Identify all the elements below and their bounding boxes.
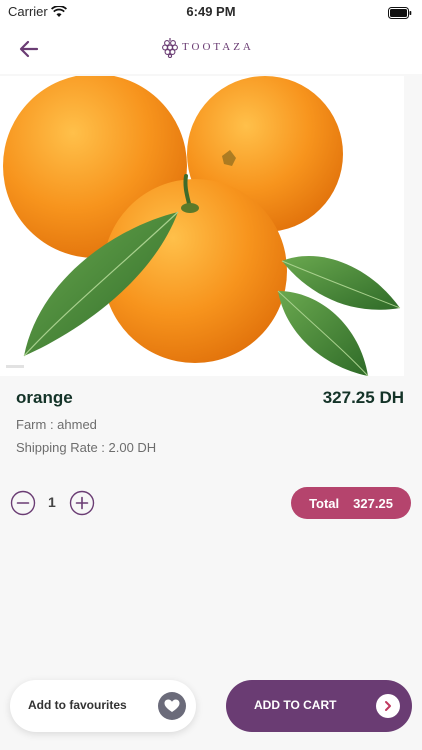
app-header: TOOTAZA [0,24,422,74]
chevron-right-icon [376,694,400,718]
total-value: 327.25 [353,495,393,511]
orange-photo [0,76,404,376]
app-logo: TOOTAZA [162,36,254,58]
image-page-indicator [6,365,24,368]
favourites-label: Add to favourites [28,698,127,712]
farm-label: Farm : ahmed [16,417,97,432]
shipping-rate: Shipping Rate : 2.00 DH [16,440,157,455]
minus-circle-icon [10,490,36,516]
total-label: Total [309,495,340,511]
decrease-quantity-button[interactable] [10,490,36,516]
heart-icon [158,692,186,720]
status-bar: Carrier 6:49 PM [0,0,422,24]
total-badge: Total 327.25 [291,487,411,519]
grape-logo-icon [162,38,178,58]
cart-label: ADD TO CART [254,698,337,712]
quantity-value: 1 [48,494,56,510]
logo-text: TOOTAZA [182,41,254,53]
plus-circle-icon [69,490,95,516]
clock: 6:49 PM [186,4,236,19]
battery-icon [388,6,412,24]
add-to-favourites-button[interactable]: Add to favourites [10,680,196,732]
arrow-left-icon [19,40,39,58]
product-price: 327.25 DH [322,388,404,407]
product-name: orange [16,388,73,407]
increase-quantity-button[interactable] [69,490,95,516]
back-button[interactable] [16,36,42,62]
add-to-cart-button[interactable]: ADD TO CART [226,680,412,732]
product-image [0,76,404,376]
